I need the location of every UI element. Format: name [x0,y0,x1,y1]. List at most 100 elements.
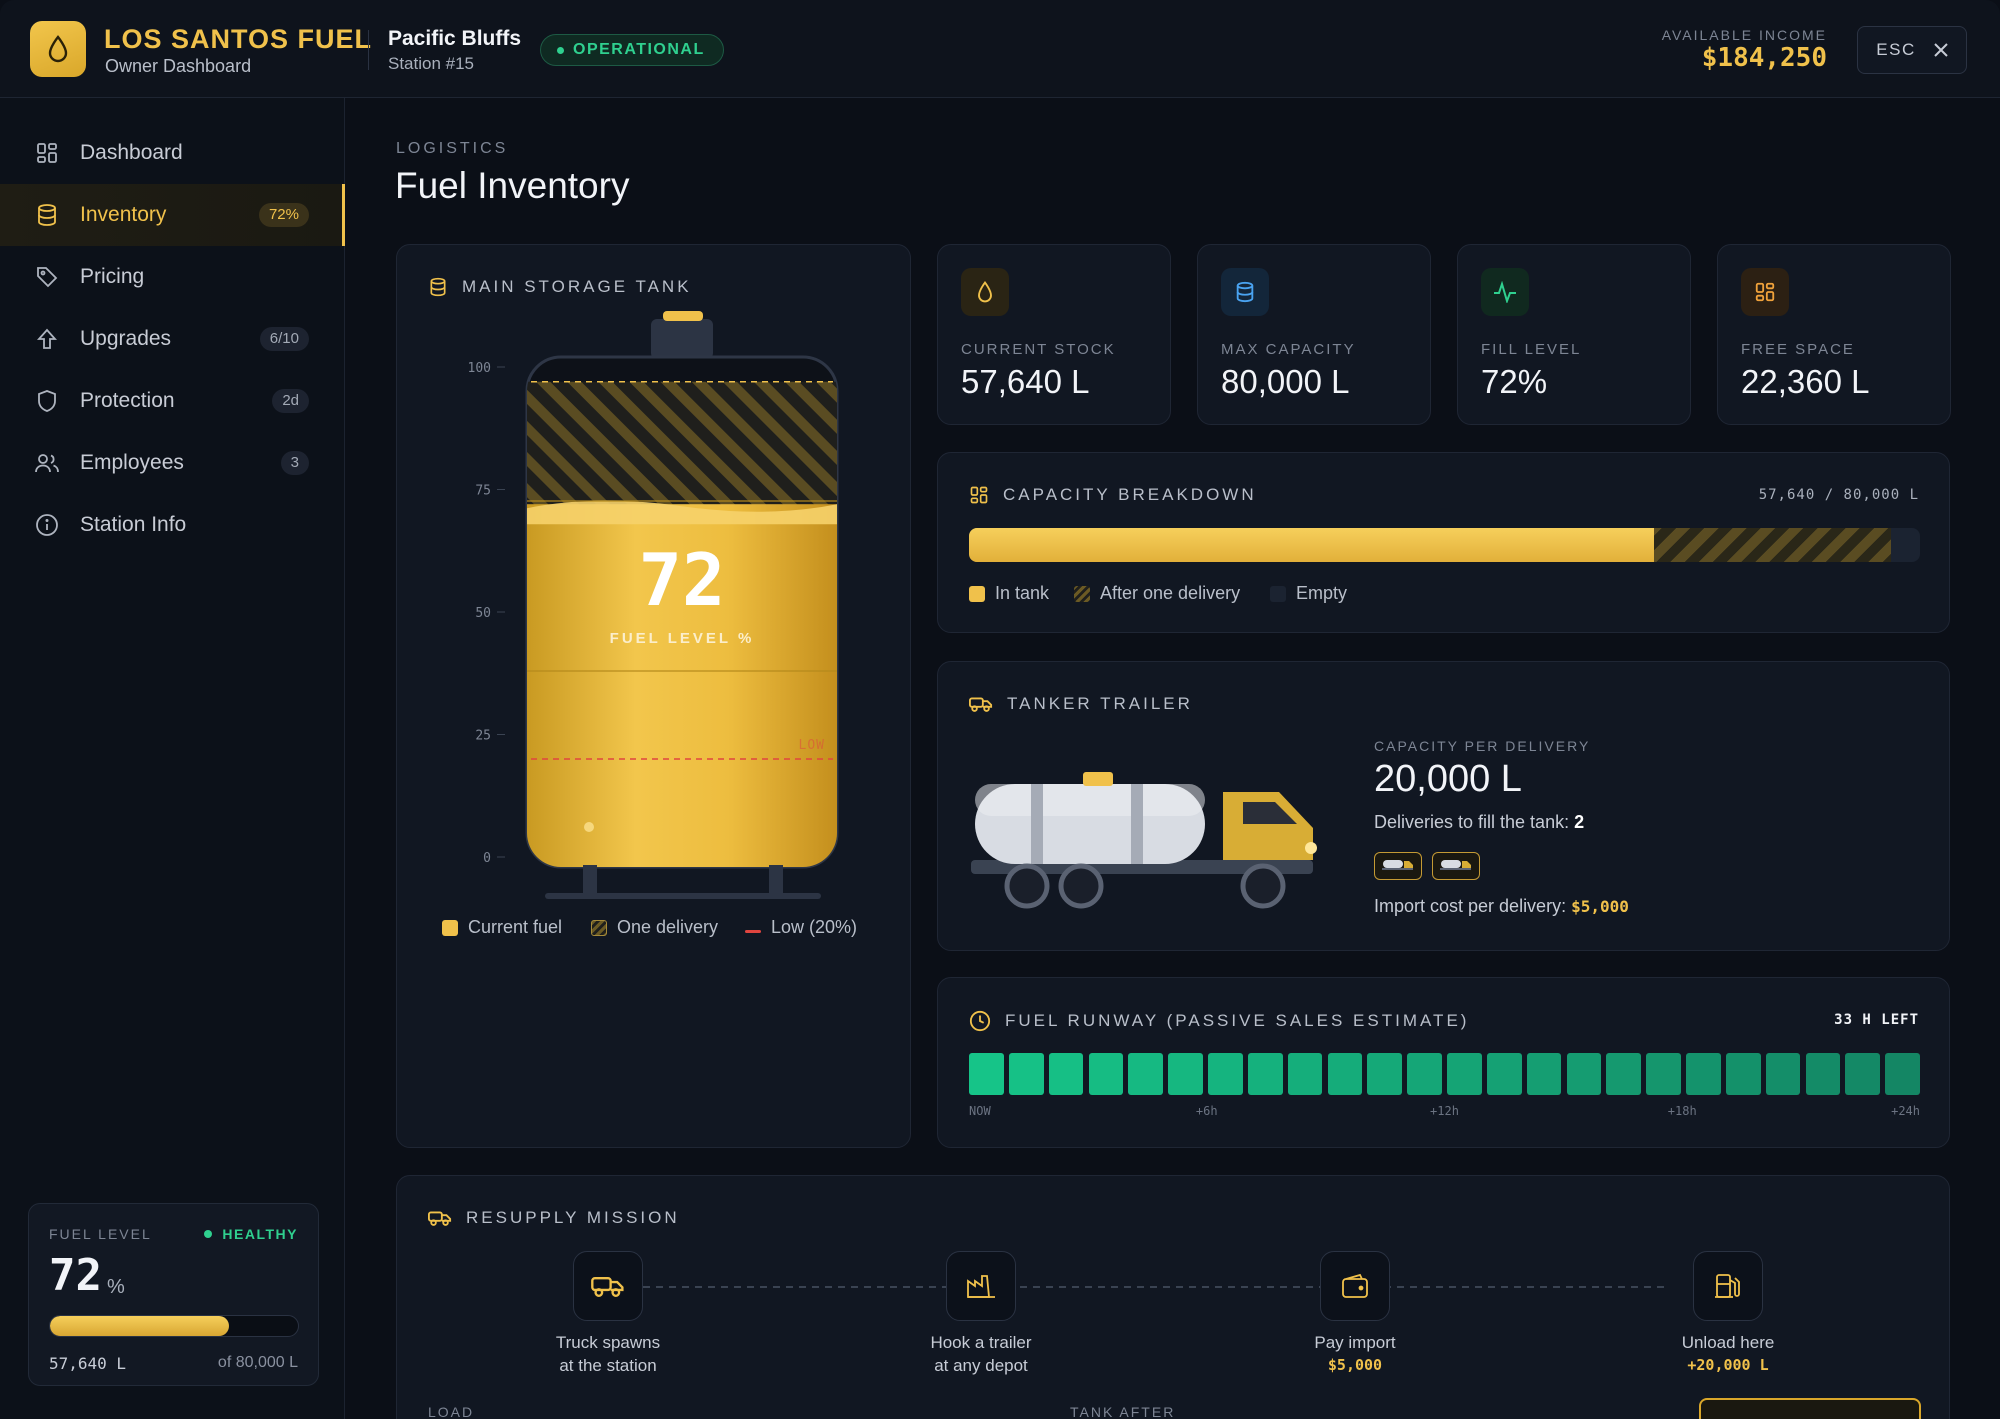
runway-segment [1128,1053,1164,1095]
resupply-mission-panel: RESUPPLY MISSION Truck spawns at the sta… [396,1175,1950,1419]
tank-base [545,893,821,899]
grid-icon [970,486,988,504]
tank-axis-tick: 100 [468,361,491,376]
start-mission-button[interactable] [1699,1398,1921,1419]
import-cost: Import cost per delivery: $5,000 [1374,896,1629,916]
runway-tick: +18h [1667,1104,1697,1118]
panel-title: RESUPPLY MISSION [428,1208,680,1228]
mini-tanker-icon [1440,860,1471,870]
wallet-icon [1320,1251,1390,1321]
stat-label: FILL LEVEL [1481,341,1582,358]
esc-label: ESC [1876,40,1916,59]
runway-segment [1566,1053,1602,1095]
sidebar-item-inventory[interactable]: Inventory 72% [0,184,345,246]
legend-swatch [1074,585,1090,602]
runway-segment [969,1053,1004,1095]
close-button[interactable]: ESC [1857,26,1967,74]
tank-axis-tick: 50 [475,606,491,621]
legend-current-fuel: Current fuel [442,917,562,938]
income-label: AVAILABLE INCOME [1661,27,1827,43]
legend-swatch [969,585,985,602]
tanker-truck-illustration [971,772,1317,909]
tank-axis-tick: 0 [483,851,491,866]
sidebar-item-label: Employees [80,451,184,474]
deliveries-to-fill: Deliveries to fill the tank: 2 [1374,812,1585,832]
truck-icon [969,697,993,712]
tank-level-value: 72 [639,538,726,622]
deliveries-count: 2 [1574,812,1585,832]
runway-ticks: NOW +6h +12h +18h +24h [969,1104,1920,1120]
runway-tick: +24h [1891,1104,1920,1118]
sidebar-item-protection[interactable]: Protection 2d [0,370,345,432]
sidebar-item-label: Protection [80,389,175,412]
stat-label: FREE SPACE [1741,341,1855,358]
runway-segment [1845,1053,1881,1095]
sidebar-item-station-info[interactable]: Station Info [0,494,345,556]
runway-segment [1287,1053,1323,1095]
runway-tick: +12h [1430,1104,1459,1118]
runway-segment [1407,1053,1442,1095]
fuel-capacity: of 80,000 L [217,1354,298,1371]
load-label: LOAD [428,1404,475,1419]
arrow-up-icon [34,326,60,352]
delivery-chip [1432,852,1480,880]
sidebar-item-pricing[interactable]: Pricing [0,246,345,308]
tank-visual: 100 75 50 25 0 LOW 72 FUEL LEVEL % [468,311,839,899]
database-icon [34,202,60,228]
tank-leg [583,865,597,895]
sidebar-item-upgrades[interactable]: Upgrades 6/10 [0,308,345,370]
runway-segment [1805,1053,1841,1095]
runway-segment [1885,1053,1920,1095]
runway-tick: +6h [1195,1104,1218,1118]
brand-title: LOS SANTOS FUEL [104,24,373,54]
truck-icon [573,1251,643,1321]
tank-bubble [584,822,594,832]
runway-segment [1168,1053,1203,1095]
stat-value: 57,640 L [961,363,1090,400]
fuel-level-value: 72 [49,1250,102,1301]
nav-badge: 2d [272,389,309,413]
stat-card-fill-level: FILL LEVEL 72% [1457,244,1691,425]
shield-icon [34,388,60,414]
grid-icon [1741,268,1789,316]
step-pay-import: Pay import $5,000 [1314,1333,1396,1374]
runway-segment [1088,1053,1124,1095]
runway-segment [1367,1053,1403,1095]
panel-title: FUEL RUNWAY (PASSIVE SALES ESTIMATE) [969,1010,1469,1032]
droplet-icon [961,268,1009,316]
sidebar-item-employees[interactable]: Employees 3 [0,432,345,494]
legend-swatch [591,919,607,936]
page-title: Fuel Inventory [395,165,630,206]
capacity-per-delivery-label: CAPACITY PER DELIVERY [1374,738,1591,754]
runway-segment [1008,1053,1044,1095]
sidebar: Dashboard Inventory 72% Pricing Upgrades… [0,98,345,1419]
sidebar-item-label: Inventory [80,203,167,226]
top-bar: LOS SANTOS FUEL Owner Dashboard Pacific … [0,0,2000,98]
panel-title: MAIN STORAGE TANK [428,277,692,297]
database-icon [1221,268,1269,316]
clock-icon [969,1010,991,1032]
income-value: $184,250 [1701,43,1827,73]
legend-in-tank: In tank [969,583,1049,604]
activity-icon [1481,268,1529,316]
runway-segments [969,1053,1920,1095]
fuel-level-unit: % [107,1276,125,1298]
runway-segment [1048,1053,1084,1095]
runway-segment [1646,1053,1681,1095]
sidebar-item-dashboard[interactable]: Dashboard [0,122,345,184]
grid-icon [34,140,60,166]
fuel-level-card: FUEL LEVEL HEALTHY 72 % 57,640 L of 80,0… [28,1203,319,1386]
stat-card-max-capacity: MAX CAPACITY 80,000 L [1197,244,1431,425]
step-hook-trailer: Hook a trailer at any depot [930,1333,1032,1375]
brand-subtitle: Owner Dashboard [105,56,252,76]
legend-low: Low (20%) [745,917,857,938]
fuel-pump-icon [1693,1251,1763,1321]
legend-swatch [1270,585,1286,602]
legend-one-delivery: One delivery [591,917,718,938]
fuel-level-label: FUEL LEVEL [49,1226,152,1242]
info-icon [34,512,60,538]
tank-low-label: LOW [799,738,825,753]
health-status: HEALTHY [204,1226,298,1242]
tank-leg [769,865,783,895]
stat-card-current-stock: CURRENT STOCK 57,640 L [937,244,1171,425]
